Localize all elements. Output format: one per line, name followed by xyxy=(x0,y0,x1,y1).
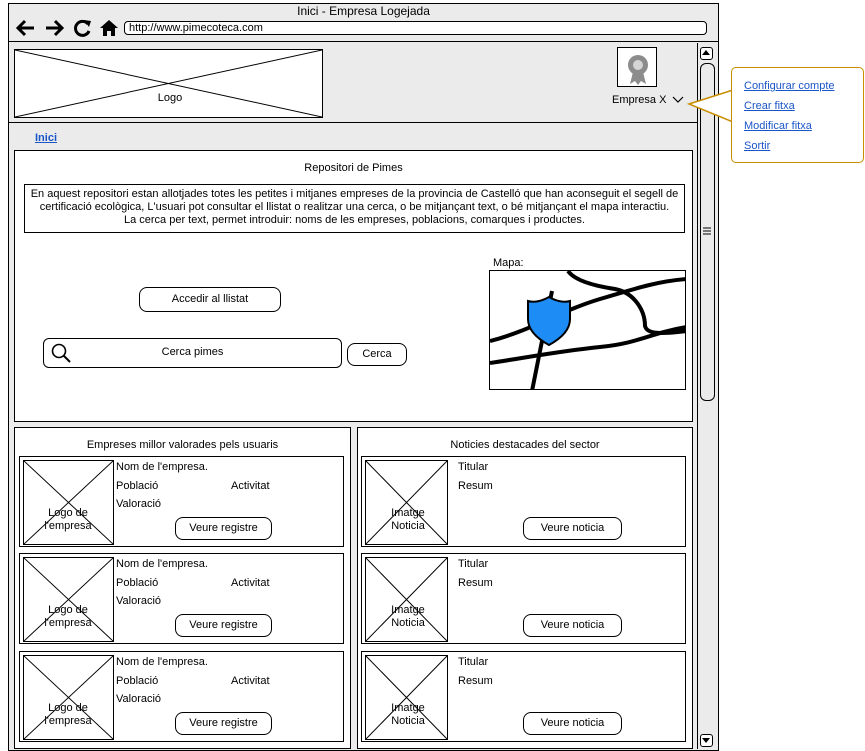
view-record-button[interactable]: Veure registre xyxy=(175,712,272,735)
news-image-label: Imatge Noticia xyxy=(391,507,425,532)
menu-item-configure-account[interactable]: Configurar compte xyxy=(744,80,835,92)
company-logo-label: Logo de l'empresa xyxy=(44,604,92,629)
repository-title: Repositori de Pimes xyxy=(304,162,403,174)
news-headline: Titular xyxy=(458,461,489,473)
view-news-button[interactable]: Veure noticia xyxy=(523,712,622,735)
back-arrow-icon[interactable] xyxy=(14,18,36,43)
company-rating: Valoració xyxy=(116,498,162,510)
view-record-button[interactable]: Veure registre xyxy=(175,517,272,540)
news-headline: Titular xyxy=(458,656,489,668)
news-card: Imatge Noticia Titular Resum Veure notic… xyxy=(361,651,686,742)
company-rating: Valoració xyxy=(116,693,162,705)
description-line-1: En aquest repositori estan allotjades to… xyxy=(30,188,679,200)
company-logo[interactable]: Logo de l'empresa xyxy=(23,557,114,642)
menu-item-create-record[interactable]: Crear fitxa xyxy=(744,100,795,112)
news-summary: Resum xyxy=(458,675,493,687)
news-image[interactable]: Imatge Noticia xyxy=(365,655,448,740)
map-label: Mapa: xyxy=(493,257,524,269)
map-marker-icon xyxy=(526,295,572,350)
company-logo[interactable]: Logo de l'empresa xyxy=(23,460,114,545)
company-population: Població xyxy=(116,675,159,687)
logo-label: Logo xyxy=(157,92,183,104)
company-logo[interactable]: Logo de l'empresa xyxy=(23,655,114,740)
header-divider xyxy=(9,122,697,123)
menu-item-logout[interactable]: Sortir xyxy=(744,140,770,152)
company-card: Logo de l'empresa Nom de l'empresa. Pobl… xyxy=(19,553,344,644)
company-activity: Activitat xyxy=(231,675,270,687)
news-summary: Resum xyxy=(458,480,493,492)
company-rating: Valoració xyxy=(116,595,162,607)
company-name: Nom de l'empresa. xyxy=(116,656,208,668)
company-card: Logo de l'empresa Nom de l'empresa. Pobl… xyxy=(19,456,344,547)
company-activity: Activitat xyxy=(231,577,270,589)
interactive-map[interactable] xyxy=(489,270,686,390)
search-button[interactable]: Cerca xyxy=(347,343,407,366)
news-summary: Resum xyxy=(458,577,493,589)
reload-icon[interactable] xyxy=(72,18,94,43)
scroll-down-button[interactable] xyxy=(700,734,713,747)
news-image-label: Imatge Noticia xyxy=(391,604,425,629)
company-card: Logo de l'empresa Nom de l'empresa. Pobl… xyxy=(19,651,344,742)
search-placeholder: Cerca pimes xyxy=(161,346,224,358)
company-activity: Activitat xyxy=(231,480,270,492)
news-headline: Titular xyxy=(458,558,489,570)
search-input[interactable]: Cerca pimes xyxy=(43,338,342,368)
description-line-2: certificació ecològica, L'usuari pot con… xyxy=(39,201,670,213)
description-line-3: La cerca per text, permet introduir: nom… xyxy=(123,214,585,226)
award-badge-icon xyxy=(617,47,657,87)
view-news-button[interactable]: Veure noticia xyxy=(523,517,622,540)
news-card: Imatge Noticia Titular Resum Veure notic… xyxy=(361,456,686,547)
view-record-button[interactable]: Veure registre xyxy=(175,614,272,637)
company-population: Població xyxy=(116,577,159,589)
site-logo[interactable]: Logo xyxy=(14,49,323,118)
news-card: Imatge Noticia Titular Resum Veure notic… xyxy=(361,553,686,644)
menu-item-modify-record[interactable]: Modificar fitxa xyxy=(744,120,812,132)
company-population: Població xyxy=(116,480,159,492)
company-name: Nom de l'empresa. xyxy=(116,558,208,570)
account-menu: Configurar compte Crear fitxa Modificar … xyxy=(731,67,864,163)
news-image[interactable]: Imatge Noticia xyxy=(365,557,448,642)
callout-pointer xyxy=(686,88,735,124)
scroll-up-button[interactable] xyxy=(700,47,713,60)
forward-arrow-icon[interactable] xyxy=(44,18,66,43)
chevron-down-icon[interactable] xyxy=(672,94,684,107)
list-access-button[interactable]: Accedir al llistat xyxy=(139,287,281,312)
view-news-button[interactable]: Veure noticia xyxy=(523,614,622,637)
news-image[interactable]: Imatge Noticia xyxy=(365,460,448,545)
top-companies-title: Empreses millor valorades pels usuaris xyxy=(86,439,279,451)
repository-description: En aquest repositori estan allotjades to… xyxy=(24,184,685,233)
home-icon[interactable] xyxy=(99,19,119,42)
url-bar[interactable]: http://www.pimecoteca.com xyxy=(124,21,707,35)
company-logo-label: Logo de l'empresa xyxy=(44,507,92,532)
company-name: Nom de l'empresa. xyxy=(116,461,208,473)
breadcrumb-home-link[interactable]: Inici xyxy=(35,132,57,144)
news-image-label: Imatge Noticia xyxy=(391,702,425,727)
account-name[interactable]: Empresa X xyxy=(612,94,666,107)
news-title: Noticies destacades del sector xyxy=(450,439,600,451)
company-logo-label: Logo de l'empresa xyxy=(44,702,92,727)
